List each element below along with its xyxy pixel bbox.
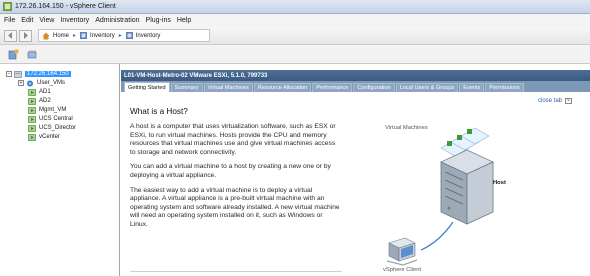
tab-performance[interactable]: Performance <box>312 83 353 92</box>
host-diagram: Virtual Machines Host vSphere Client <box>371 120 561 276</box>
home-icon[interactable] <box>42 32 50 40</box>
breadcrumb-separator-icon: ▸ <box>118 33 122 39</box>
tree-item-label: UCS_Director <box>39 125 77 131</box>
menu-inventory[interactable]: Inventory <box>60 17 89 24</box>
article-heading: What is a Host? <box>130 107 188 116</box>
close-icon[interactable]: × <box>565 98 572 104</box>
vsphere-client-workstation-icon <box>386 237 418 266</box>
vm-powered-on-icon <box>28 97 36 105</box>
back-arrow-icon <box>8 32 12 39</box>
diagram-vm-label: Virtual Machines <box>385 125 428 131</box>
inventory-icon <box>125 32 133 39</box>
forward-arrow-icon <box>24 32 28 39</box>
menu-view[interactable]: View <box>39 17 54 24</box>
tree-item-label: AD2 <box>39 98 51 104</box>
inventory-tree: − 172.26.164.150 + User_VMs AD1 AD2 Mgmt… <box>0 64 120 276</box>
vm-powered-on-icon <box>28 88 36 96</box>
navigation-bar: Home ▸ Inventory ▸ Inventory <box>0 27 590 45</box>
tab-resource-allocation[interactable]: Resource Allocation <box>253 83 312 92</box>
article-paragraph: The easiest way to add a virtual machine… <box>130 186 340 228</box>
breadcrumb-home[interactable]: Home <box>53 33 69 39</box>
toolbar <box>0 45 590 64</box>
resource-pool-icon <box>27 80 33 86</box>
inventory-icon <box>80 32 88 39</box>
connection-line-icon <box>420 221 454 251</box>
tab-local-users-groups[interactable]: Local Users & Groups <box>395 83 459 92</box>
collapse-icon[interactable]: − <box>6 71 12 77</box>
tree-item-label: User_VMs <box>37 80 66 86</box>
breadcrumb: Home ▸ Inventory ▸ Inventory <box>38 29 210 42</box>
main-content: L01-VM-Host-Metro-02 VMware ESXi, 5.1.0,… <box>121 64 590 276</box>
close-tab-label[interactable]: close tab <box>538 98 562 104</box>
vsphere-app-icon <box>3 2 12 11</box>
tab-summary[interactable]: Summary <box>170 83 203 92</box>
article-paragraph: You can add a virtual machine to a host … <box>130 163 331 179</box>
getting-started-article: What is a Host? A host is a computer tha… <box>130 107 342 236</box>
vm-powered-on-icon <box>28 115 36 123</box>
diagram-client-label: vSphere Client <box>383 267 422 273</box>
tree-item-vm[interactable]: vCenter <box>28 132 60 142</box>
window-titlebar: 172.26.164.150 - vSphere Client <box>0 0 590 14</box>
tree-item-label: UCS Central <box>39 116 73 122</box>
add-host-icon[interactable] <box>8 48 19 60</box>
close-tab-link[interactable]: close tab × <box>538 98 572 104</box>
tree-item-label: Mgmt_VM <box>39 107 67 113</box>
menu-edit[interactable]: Edit <box>21 17 33 24</box>
tab-strip: Getting Started Summary Virtual Machines… <box>121 81 590 92</box>
tab-permissions[interactable]: Permissions <box>485 83 524 92</box>
menu-plugins[interactable]: Plug-ins <box>146 17 171 24</box>
tab-getting-started[interactable]: Getting Started <box>124 82 170 92</box>
tree-root-label: 172.26.164.150 <box>25 71 71 77</box>
tab-events[interactable]: Events <box>459 83 485 92</box>
vm-powered-on-icon <box>28 133 36 141</box>
menu-file[interactable]: File <box>4 17 15 24</box>
breadcrumb-separator-icon: ▸ <box>73 33 77 39</box>
host-header: L01-VM-Host-Metro-02 VMware ESXi, 5.1.0,… <box>121 70 590 81</box>
breadcrumb-inventory-current[interactable]: Inventory <box>136 33 161 39</box>
back-button[interactable] <box>4 29 17 42</box>
breadcrumb-inventory[interactable]: Inventory <box>90 33 115 39</box>
vm-powered-on-icon <box>28 106 36 114</box>
expand-icon[interactable]: + <box>18 80 24 86</box>
tab-configuration[interactable]: Configuration <box>353 83 395 92</box>
menu-bar: File Edit View Inventory Administration … <box>0 14 590 27</box>
host-icon <box>14 70 22 78</box>
tab-virtual-machines[interactable]: Virtual Machines <box>203 83 253 92</box>
window-title: 172.26.164.150 - vSphere Client <box>15 3 116 10</box>
menu-administration[interactable]: Administration <box>95 17 139 24</box>
article-divider <box>130 271 342 272</box>
forward-button[interactable] <box>19 29 32 42</box>
article-paragraph: A host is a computer that uses virtualiz… <box>130 123 336 156</box>
tree-item-label: AD1 <box>39 89 51 95</box>
host-server-icon <box>440 149 494 225</box>
tree-item-label: vCenter <box>39 134 61 140</box>
menu-help[interactable]: Help <box>177 17 191 24</box>
new-vm-icon[interactable] <box>27 49 38 60</box>
vm-powered-on-icon <box>28 124 36 132</box>
